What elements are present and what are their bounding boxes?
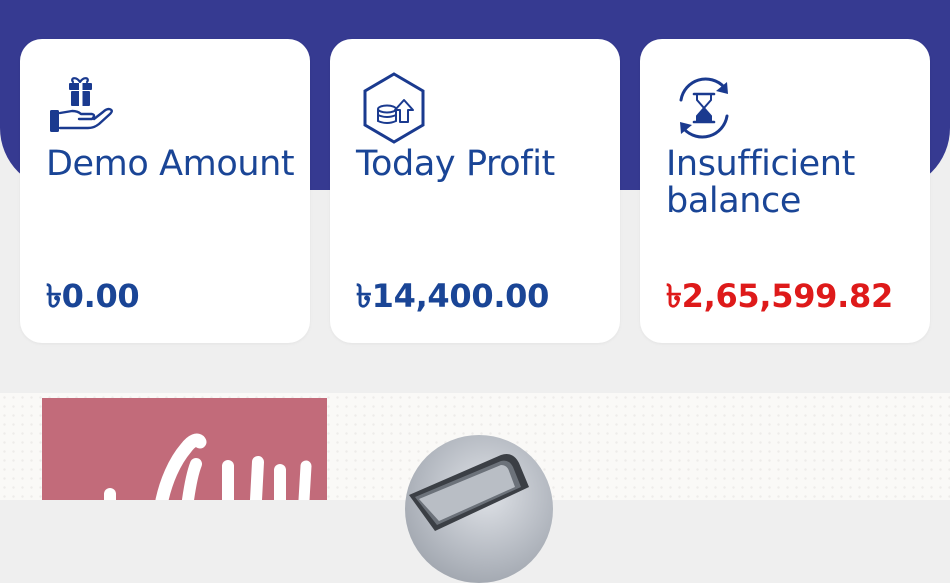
hourglass-refresh-icon [666,70,742,146]
gift-hand-icon [46,70,122,146]
coins-growth-icon [356,70,432,146]
card-amount: ৳2,65,599.82 [666,277,893,315]
promo-banner[interactable] [0,393,950,583]
card-label: Insufficient balance [666,144,855,221]
today-profit-card[interactable]: Today Profit ৳14,400.00 [330,39,620,343]
insufficient-balance-card[interactable]: Insufficient balance ৳2,65,599.82 [640,39,930,343]
demo-amount-card[interactable]: Demo Amount ৳0.00 [20,39,310,343]
card-amount: ৳14,400.00 [356,277,550,315]
card-label: Today Profit [356,144,555,184]
promo-tile [42,398,327,500]
phone-image [405,435,553,583]
card-label: Demo Amount [46,144,295,184]
card-amount: ৳0.00 [46,277,140,315]
